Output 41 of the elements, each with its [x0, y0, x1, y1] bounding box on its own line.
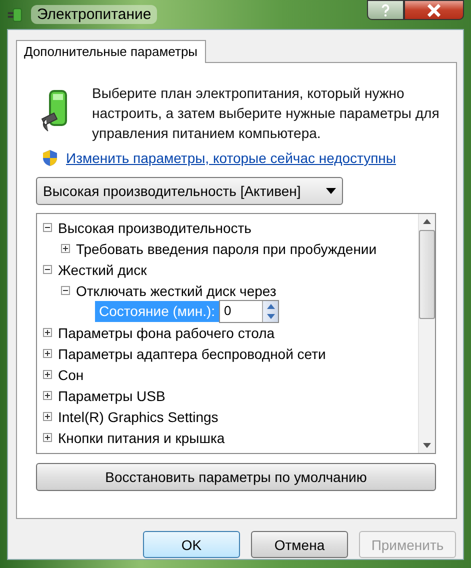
expand-icon[interactable]: [43, 433, 52, 442]
ok-button[interactable]: OK: [143, 531, 240, 558]
collapse-icon[interactable]: [43, 223, 52, 232]
expand-icon[interactable]: [61, 244, 70, 253]
scroll-down-icon[interactable]: [423, 443, 431, 448]
tree-item[interactable]: Intel(R) Graphics Settings: [58, 408, 218, 424]
tree-item[interactable]: Жесткий диск: [58, 262, 147, 278]
collapse-icon[interactable]: [61, 286, 70, 295]
expand-icon[interactable]: [43, 412, 52, 421]
help-button[interactable]: [367, 0, 404, 20]
scrollbar[interactable]: [418, 214, 435, 453]
plan-dropdown[interactable]: Высокая производительность [Активен]: [36, 177, 343, 205]
tree-item[interactable]: Параметры фона рабочего стола: [58, 324, 275, 340]
tree-item[interactable]: Требовать введения пароля при пробуждении: [76, 240, 377, 256]
close-icon: [426, 4, 442, 16]
window-title: Электропитание: [31, 5, 158, 24]
tree-item[interactable]: Параметры адаптера беспроводной сети: [58, 346, 326, 362]
tree-item[interactable]: Кнопки питания и крышка: [58, 430, 225, 446]
restore-defaults-button[interactable]: Восстановить параметры по умолчанию: [36, 463, 436, 491]
tree-item[interactable]: Отключать жесткий диск через: [76, 282, 276, 298]
collapse-icon[interactable]: [43, 265, 52, 274]
expand-icon[interactable]: [43, 328, 52, 337]
minutes-spinbox[interactable]: 0: [219, 300, 280, 323]
down-arrow-icon[interactable]: [266, 314, 275, 320]
shield-icon: [42, 149, 58, 167]
caret-icon: [326, 188, 336, 194]
change-settings-link[interactable]: Изменить параметры, которые сейчас недоступны: [66, 150, 396, 166]
close-button[interactable]: [404, 0, 464, 20]
expand-icon[interactable]: [43, 349, 52, 358]
description-text: Выберите план электропитания, который нужно настроить, а затем выберите нужные параметры для управления питанием компьютера.: [92, 84, 440, 143]
up-arrow-icon[interactable]: [266, 304, 275, 309]
scroll-up-icon[interactable]: [423, 219, 431, 224]
tree-item[interactable]: Высокая производительность: [58, 220, 252, 236]
expand-icon[interactable]: [43, 391, 52, 400]
expand-icon[interactable]: [43, 370, 52, 379]
tree-item[interactable]: Сон: [58, 366, 84, 382]
question-mark-icon: [380, 4, 391, 16]
cancel-button[interactable]: Отмена: [251, 531, 348, 558]
power-plug-icon: [7, 6, 25, 24]
tab[interactable]: Дополнительные параметры: [16, 40, 206, 63]
tree-item[interactable]: Параметры USB: [58, 388, 166, 404]
